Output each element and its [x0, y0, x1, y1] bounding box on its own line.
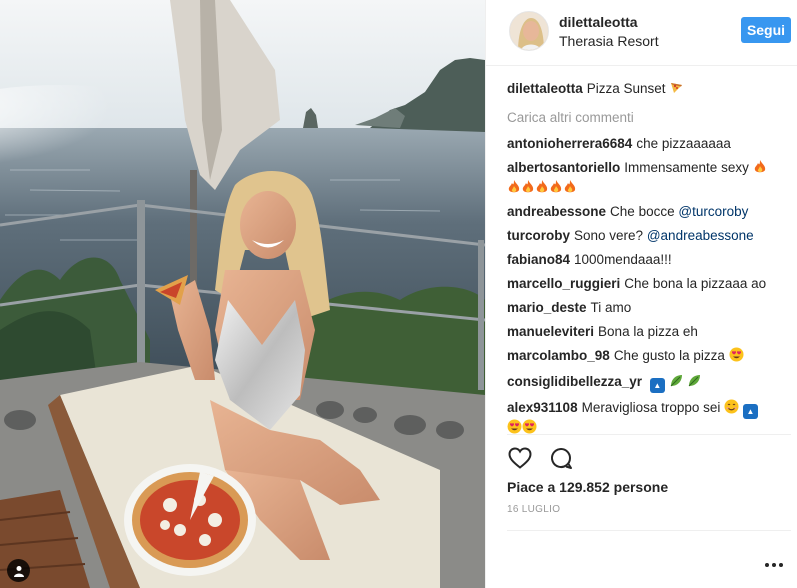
comment-text: Immensamente sexy [624, 160, 749, 175]
post-details-panel: dilettaleotta Therasia Resort Segui dile… [485, 0, 797, 588]
comment-text: Che gusto la pizza [613, 348, 725, 363]
comment-username[interactable]: andreabessone [507, 204, 606, 219]
comment-text: Ti amo [590, 300, 632, 315]
post-location[interactable]: Therasia Resort [559, 33, 659, 49]
more-options-icon[interactable] [765, 558, 785, 572]
comment-text: Che bocce [610, 204, 675, 219]
comment-text: Bona la pizza eh [598, 324, 698, 339]
fire-emoji-icon [535, 179, 549, 199]
comment-item: fabiano84 1000mendaaa!!! [507, 251, 789, 269]
photo-image [0, 0, 485, 588]
fire-emoji-icon [753, 159, 767, 179]
top-emoji-icon: ▲ [742, 404, 758, 419]
comment-username[interactable]: mario_deste [507, 300, 587, 315]
comment-box-divider [507, 530, 791, 531]
comment-item: antonioherrera6684 che pizzaaaaaa [507, 135, 789, 153]
comment-item: turcoroby Sono vere? @andreabessone [507, 227, 789, 245]
comment-item: marcello_ruggieri Che bona la pizzaaa ao [507, 275, 789, 293]
fire-emoji-icon [549, 179, 563, 199]
comment-item: consiglidibellezza_yr ▲ [507, 373, 789, 393]
comment-username[interactable]: fabiano84 [507, 252, 570, 267]
comment-username[interactable]: turcoroby [507, 228, 570, 243]
fire-emoji-icon [521, 179, 535, 199]
comment-username[interactable]: antonioherrera6684 [507, 136, 632, 151]
heart-eyes-emoji-icon [507, 419, 522, 439]
fire-emoji-row [507, 179, 789, 197]
comment-item: alex931108 Meravigliosa troppo sei ▲ [507, 399, 789, 437]
comment-text: 1000mendaaa!!! [574, 252, 672, 267]
comment-item: marcolambo_98 Che gusto la pizza [507, 347, 789, 367]
comment-username[interactable]: manueleviteri [507, 324, 594, 339]
smile-emoji-icon [724, 399, 739, 419]
comment-username[interactable]: marcolambo_98 [507, 348, 610, 363]
comment-mention-link[interactable]: @turcoroby [678, 204, 748, 219]
comment-item: manueleviteri Bona la pizza eh [507, 323, 789, 341]
comment-text: Sono vere? [574, 228, 644, 243]
post-author-username[interactable]: dilettaleotta [559, 14, 638, 30]
comment-username[interactable]: albertosantoriello [507, 160, 620, 175]
heart-eyes-emoji-icon [729, 347, 744, 367]
caption-text: Pizza Sunset [586, 81, 666, 96]
caption-username[interactable]: dilettaleotta [507, 81, 583, 96]
load-more-comments-link[interactable]: Carica altri commenti [507, 110, 789, 125]
avatar[interactable] [509, 11, 549, 51]
leaf-emoji-icon [669, 373, 684, 393]
likes-count[interactable]: Piace a 129.852 persone [507, 479, 668, 495]
comment-text: Che bona la pizzaaa ao [624, 276, 767, 291]
fire-emoji-icon [507, 179, 521, 199]
heart-eyes-emoji-icon [522, 419, 537, 439]
post-caption: dilettaleotta Pizza Sunset [507, 80, 789, 100]
person-tag-icon[interactable] [7, 559, 30, 582]
pizza-emoji-icon [669, 80, 684, 100]
fire-emoji-icon [563, 179, 577, 199]
actions-divider [507, 434, 791, 435]
comment-username[interactable]: alex931108 [507, 400, 578, 415]
comment-item: andreabessone Che bocce @turcoroby [507, 203, 789, 221]
leaf-emoji-icon [687, 373, 702, 393]
comment-username[interactable]: consiglidibellezza_yr [507, 374, 642, 389]
comment-icon[interactable] [548, 445, 574, 471]
post-actions [507, 445, 574, 473]
comment-text: Meravigliosa troppo sei [581, 400, 721, 415]
post-header: dilettaleotta Therasia Resort Segui [486, 0, 797, 66]
comment-item: albertosantoriello Immensamente sexy [507, 159, 789, 197]
follow-button[interactable]: Segui [741, 17, 791, 43]
comment-text: che pizzaaaaaa [636, 136, 731, 151]
top-emoji-icon: ▲ [649, 378, 665, 393]
comments-list: dilettaleotta Pizza Sunset Carica altri c… [507, 80, 789, 443]
comment-mention-link[interactable]: @andreabessone [647, 228, 754, 243]
post-photo[interactable] [0, 0, 485, 588]
comment-item: mario_deste Ti amo [507, 299, 789, 317]
comment-username[interactable]: marcello_ruggieri [507, 276, 620, 291]
post-date: 16 LUGLIO [507, 504, 561, 515]
heart-icon[interactable] [507, 445, 533, 471]
